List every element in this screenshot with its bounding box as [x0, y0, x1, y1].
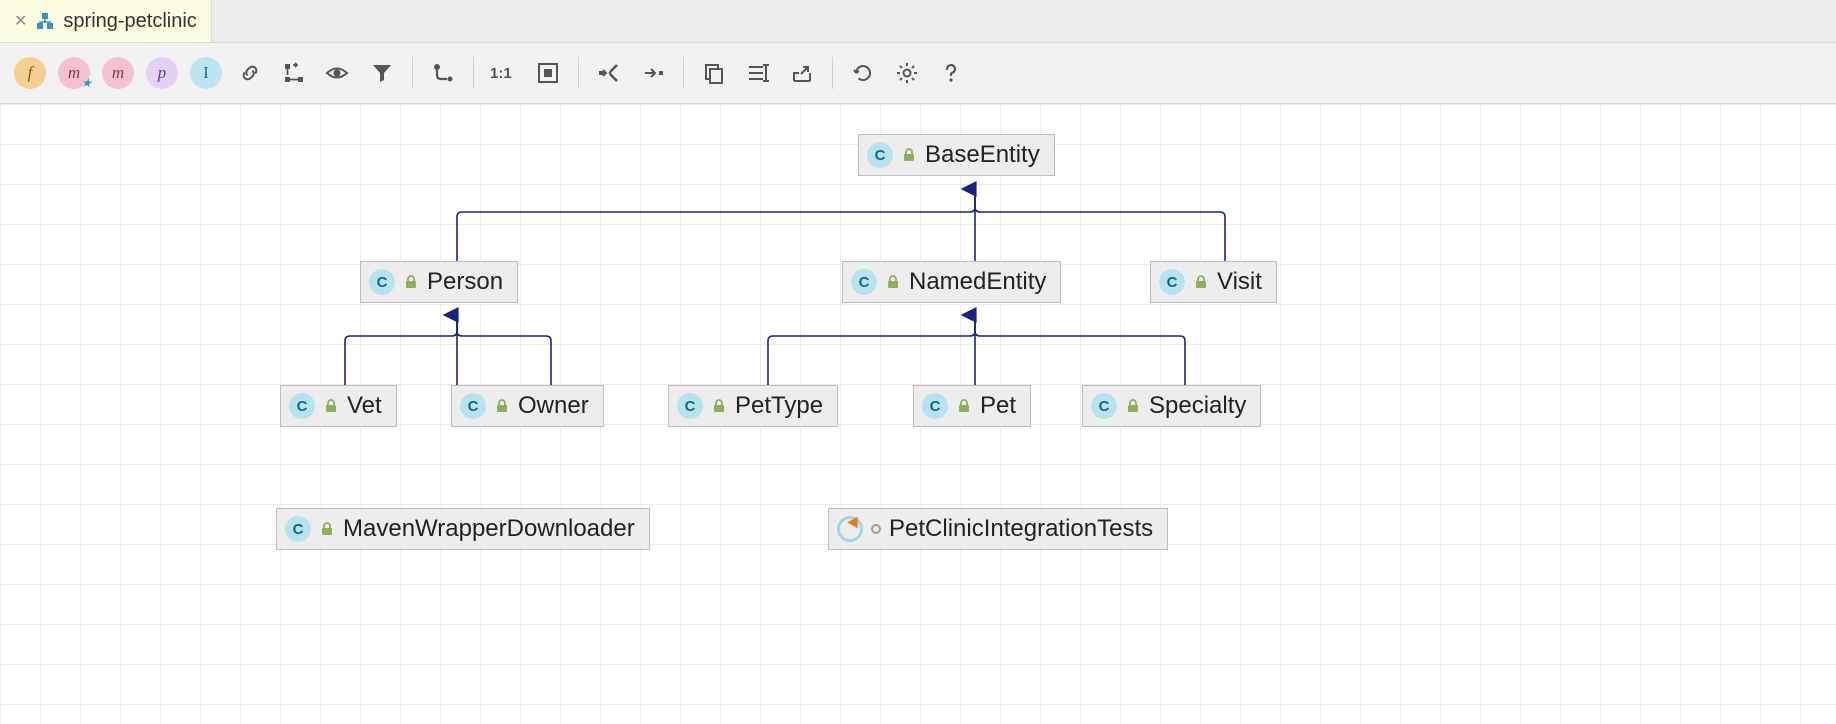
node-base-entity[interactable]: C BaseEntity [858, 134, 1055, 176]
filter-button[interactable] [362, 53, 402, 93]
arrow-right-dot-icon [641, 61, 665, 85]
node-maven-wrapper-downloader[interactable]: C MavenWrapperDownloader [276, 508, 650, 550]
lock-icon [711, 398, 727, 414]
node-label: Owner [518, 392, 589, 420]
settings-button[interactable] [887, 53, 927, 93]
tab-title: spring-petclinic [63, 10, 196, 33]
merge-icon [597, 61, 621, 85]
node-petclinic-integration-tests[interactable]: PetClinicIntegrationTests [828, 508, 1168, 550]
show-dependencies-button[interactable] [230, 53, 270, 93]
diagram-icon [35, 11, 55, 31]
route-button[interactable] [423, 53, 463, 93]
copy-button[interactable] [694, 53, 734, 93]
tab-bar: ✕ spring-petclinic [0, 0, 1836, 43]
funnel-icon [370, 61, 394, 85]
export-button[interactable] [782, 53, 822, 93]
collapse-button[interactable] [589, 53, 629, 93]
separator [578, 57, 579, 89]
node-visit[interactable]: C Visit [1150, 261, 1277, 303]
lock-icon [1193, 274, 1209, 290]
class-icon: C [289, 393, 315, 419]
rename-icon [746, 61, 770, 85]
refresh-icon [851, 61, 875, 85]
node-label: PetClinicIntegrationTests [889, 515, 1153, 543]
layout-icon [282, 61, 306, 85]
filter-properties-button[interactable]: p [142, 53, 182, 93]
link-icon [238, 61, 262, 85]
separator [412, 57, 413, 89]
help-button[interactable] [931, 53, 971, 93]
class-icon: C [677, 393, 703, 419]
filter-inner-button[interactable]: I [186, 53, 226, 93]
actual-size-button[interactable]: 1:1 [484, 53, 524, 93]
node-label: MavenWrapperDownloader [343, 515, 635, 543]
fit-icon [536, 61, 560, 85]
filter-fields-button[interactable]: f [10, 53, 50, 93]
export-icon [790, 61, 814, 85]
separator [832, 57, 833, 89]
fields-icon: f [14, 57, 46, 89]
lock-icon [494, 398, 510, 414]
node-pet-type[interactable]: C PetType [668, 385, 838, 427]
close-icon[interactable]: ✕ [14, 11, 27, 31]
class-icon: C [1159, 269, 1185, 295]
properties-icon: p [146, 57, 178, 89]
node-label: NamedEntity [909, 268, 1046, 296]
class-icon: C [851, 269, 877, 295]
methods-starred-icon: m★ [58, 57, 90, 89]
node-named-entity[interactable]: C NamedEntity [842, 261, 1061, 303]
node-person[interactable]: C Person [360, 261, 518, 303]
test-class-icon [837, 516, 863, 542]
methods-icon: m [102, 57, 134, 89]
node-owner[interactable]: C Owner [451, 385, 604, 427]
node-label: PetType [735, 392, 823, 420]
lock-icon [956, 398, 972, 414]
node-label: Pet [980, 392, 1016, 420]
layout-button[interactable] [274, 53, 314, 93]
class-icon: C [867, 142, 893, 168]
lock-icon [1125, 398, 1141, 414]
filter-methods-starred-button[interactable]: m★ [54, 53, 94, 93]
svg-text:1:1: 1:1 [490, 65, 512, 82]
class-icon: C [285, 516, 311, 542]
separator [473, 57, 474, 89]
lock-icon [901, 147, 917, 163]
class-icon: C [369, 269, 395, 295]
separator [683, 57, 684, 89]
node-label: Vet [347, 392, 382, 420]
lock-icon [885, 274, 901, 290]
node-specialty[interactable]: C Specialty [1082, 385, 1261, 427]
class-icon: C [460, 393, 486, 419]
gear-icon [895, 61, 919, 85]
fit-content-button[interactable] [528, 53, 568, 93]
node-label: Specialty [1149, 392, 1246, 420]
package-private-icon [871, 524, 881, 534]
eye-icon [325, 61, 351, 85]
copy-icon [702, 61, 726, 85]
rename-button[interactable] [738, 53, 778, 93]
question-icon [939, 61, 963, 85]
lock-icon [323, 398, 339, 414]
diagram-canvas[interactable]: CBaseEntity CPerson CNamedEntity CVisit … [0, 104, 1836, 724]
class-icon: C [922, 393, 948, 419]
lock-icon [403, 274, 419, 290]
node-pet[interactable]: C Pet [913, 385, 1031, 427]
filter-methods-button[interactable]: m [98, 53, 138, 93]
node-label: BaseEntity [925, 141, 1040, 169]
star-icon: ★ [81, 76, 92, 91]
node-vet[interactable]: C Vet [280, 385, 397, 427]
node-label: Visit [1217, 268, 1262, 296]
one-to-one-icon: 1:1 [490, 63, 518, 83]
inner-icon: I [190, 57, 222, 89]
route-icon [431, 61, 455, 85]
lock-icon [319, 521, 335, 537]
node-label: Person [427, 268, 503, 296]
tab-spring-petclinic[interactable]: ✕ spring-petclinic [0, 0, 212, 42]
class-icon: C [1091, 393, 1117, 419]
expand-button[interactable] [633, 53, 673, 93]
refresh-button[interactable] [843, 53, 883, 93]
visibility-button[interactable] [318, 53, 358, 93]
toolbar: f m★ m p I 1:1 [0, 43, 1836, 104]
